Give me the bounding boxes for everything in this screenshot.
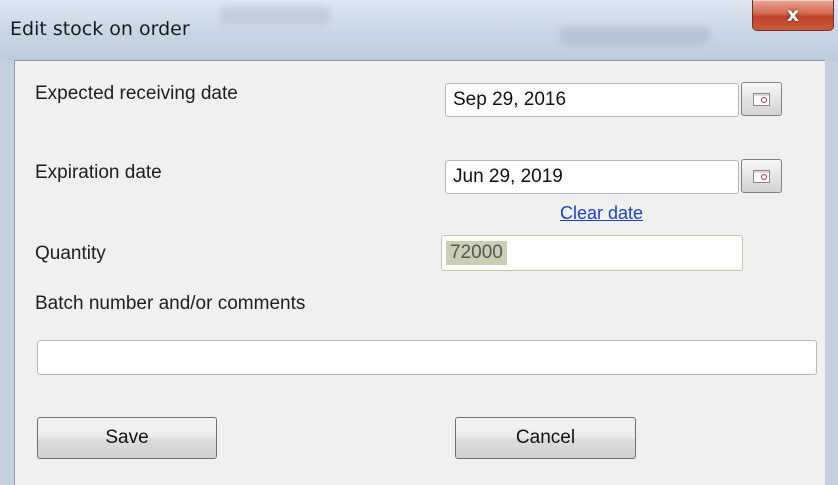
- expected-receiving-date-value: Sep 29, 2016: [453, 89, 567, 110]
- expiration-date-field[interactable]: Jun 29, 2019: [445, 160, 739, 194]
- batch-label: Batch number and/or comments: [35, 293, 306, 314]
- background-blur: [560, 26, 710, 44]
- cancel-button-label: Cancel: [515, 427, 576, 448]
- expected-receiving-date-label: Expected receiving date: [35, 83, 238, 104]
- title-bar: Edit stock on order x: [0, 0, 838, 60]
- quantity-value: 72000: [446, 241, 507, 265]
- batch-comments-field[interactable]: [37, 340, 817, 375]
- save-button[interactable]: Save: [37, 417, 217, 459]
- calendar-icon: [753, 169, 770, 183]
- expiration-date-label: Expiration date: [35, 162, 162, 183]
- close-button[interactable]: x: [752, 0, 834, 31]
- save-button-label: Save: [105, 427, 149, 448]
- clear-date-link[interactable]: Clear date: [560, 203, 643, 224]
- cancel-button[interactable]: Cancel: [455, 417, 636, 459]
- calendar-icon: [753, 92, 770, 106]
- dialog-body: Expected receiving date Sep 29, 2016 Exp…: [14, 60, 825, 485]
- expiration-date-calendar-button[interactable]: [741, 159, 782, 193]
- window-title: Edit stock on order: [10, 18, 190, 40]
- expected-date-calendar-button[interactable]: [741, 82, 782, 116]
- quantity-field[interactable]: 72000: [441, 235, 743, 271]
- expiration-date-value: Jun 29, 2019: [453, 166, 563, 187]
- expected-receiving-date-field[interactable]: Sep 29, 2016: [445, 83, 739, 117]
- background-blur: [220, 6, 330, 24]
- quantity-label: Quantity: [35, 243, 106, 264]
- close-icon: x: [786, 4, 800, 26]
